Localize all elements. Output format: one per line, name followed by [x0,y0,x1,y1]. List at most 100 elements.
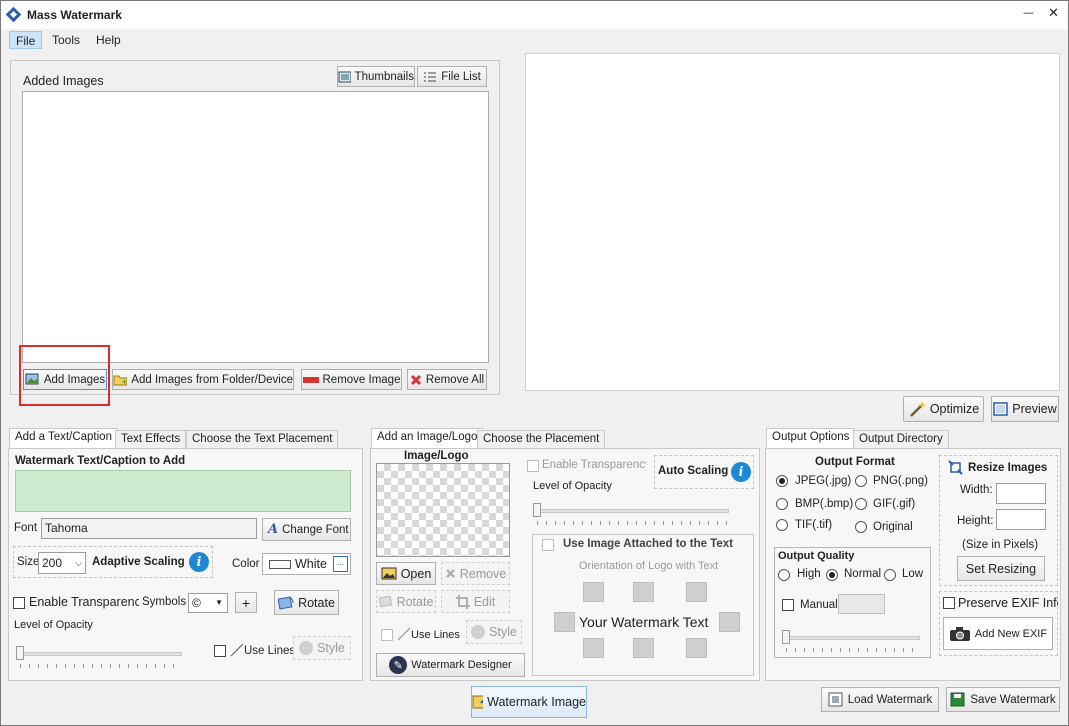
add-symbol-button[interactable]: + [235,592,257,613]
watermark-image-button[interactable]: Watermark Image [471,686,587,718]
save-watermark-button[interactable]: Save Watermark [946,687,1060,712]
text-style-button[interactable]: Style [293,636,351,660]
orientation-left[interactable] [554,612,575,632]
menu-file[interactable]: File [9,31,43,49]
orientation-top-right[interactable] [686,582,707,602]
remove-logo-button[interactable]: Remove [441,562,510,585]
tab-output-directory[interactable]: Output Directory [853,430,949,449]
add-folder-button[interactable]: + Add Images from Folder/Device [112,369,294,390]
highlight-box [19,345,110,406]
rotate-logo-icon [378,595,392,607]
text-use-lines-checkbox[interactable] [214,645,226,657]
format-gif-radio[interactable] [855,498,867,510]
resize-title: Resize Images [968,462,1048,474]
width-label: Width: [960,484,993,496]
format-original-radio[interactable] [855,521,867,533]
logo-transparency-checkbox[interactable] [527,460,539,472]
use-attached-checkbox[interactable] [542,539,554,551]
thumbnails-view-button[interactable]: Thumbnails [337,66,415,87]
added-images-title: Added Images [23,74,104,88]
remove-image-button[interactable]: Remove Image [301,369,402,390]
dropdown-arrow-icon: ▼ [215,598,223,607]
chevron-down-icon: ⌵ [75,558,82,568]
manual-quality-checkbox[interactable] [782,599,794,611]
add-exif-button[interactable]: Add New EXIF [943,617,1053,650]
folder-add-icon: + [113,375,128,386]
orientation-top-center[interactable] [633,582,654,602]
quality-normal-label: Normal [844,568,882,580]
change-font-button[interactable]: A Change Font [262,518,351,541]
logo-opacity-slider[interactable] [533,503,541,517]
tab-text-effects[interactable]: Text Effects [115,430,187,449]
symbols-select[interactable]: © ▼ [188,593,228,613]
width-input[interactable] [996,483,1046,504]
preserve-exif-checkbox[interactable] [943,597,955,609]
format-bmp-radio[interactable] [776,498,788,510]
tab-add-image[interactable]: Add an Image/Logo [371,428,484,449]
edit-logo-label: Edit [473,594,496,609]
enable-transparency-checkbox[interactable] [13,597,25,609]
edit-logo-button[interactable]: Edit [441,590,510,613]
style-icon [299,641,314,655]
format-png-label: PNG(.png) [873,475,928,487]
remove-logo-label: Remove [459,566,507,581]
format-tif-radio[interactable] [776,519,788,531]
rotate-logo-button[interactable]: Rotate [376,590,436,613]
preview-button[interactable]: Preview [991,396,1059,422]
font-field[interactable]: Tahoma [41,518,257,539]
set-resizing-button[interactable]: Set Resizing [957,556,1045,581]
manual-quality-input[interactable] [838,594,885,614]
optimize-label: Optimize [929,402,980,416]
format-gif-label: GIF(.gif) [873,498,916,510]
orientation-bottom-left[interactable] [583,638,604,658]
orientation-right[interactable] [719,612,740,632]
quality-low-radio[interactable] [884,569,896,581]
caption-label: Watermark Text/Caption to Add [15,455,186,467]
load-watermark-button[interactable]: Load Watermark [821,687,939,712]
camera-icon [949,626,970,641]
image-list-area[interactable] [22,91,489,363]
quality-slider[interactable] [782,630,790,644]
size-select[interactable]: 200 ⌵ [38,552,86,574]
orientation-bottom-center[interactable] [633,638,654,658]
minimize-button[interactable]: — [1023,6,1034,19]
list-icon [424,72,437,81]
watermark-designer-button[interactable]: ✎ Watermark Designer [376,653,525,677]
tab-text-placement[interactable]: Choose the Text Placement [186,430,339,449]
format-png-radio[interactable] [855,475,867,487]
format-jpeg-radio[interactable] [776,475,788,487]
text-opacity-label: Level of Opacity [14,619,93,631]
file-list-view-button[interactable]: File List [417,66,487,87]
logo-style-button[interactable]: Style [466,620,522,644]
tab-image-placement[interactable]: Choose the Placement [477,430,606,449]
load-watermark-label: Load Watermark [847,693,933,706]
adaptive-info-icon[interactable]: i [189,552,209,572]
auto-scaling-info-icon[interactable]: i [731,462,751,482]
menu-tools[interactable]: Tools [46,31,86,49]
text-opacity-ticks [20,664,180,668]
color-picker[interactable]: White ... [262,553,351,575]
save-watermark-label: Save Watermark [970,693,1056,706]
quality-high-radio[interactable] [778,569,790,581]
orientation-top-left[interactable] [583,582,604,602]
close-button[interactable]: ✕ [1048,6,1059,21]
height-input[interactable] [996,509,1046,530]
title-bar: Mass Watermark — ✕ [1,1,1067,29]
remove-all-button[interactable]: Remove All [407,369,487,390]
orientation-bottom-right[interactable] [686,638,707,658]
menu-help[interactable]: Help [90,31,127,49]
logo-use-lines-checkbox[interactable] [381,629,393,641]
open-logo-button[interactable]: Open [376,562,436,585]
app-logo-icon [5,6,22,23]
quality-normal-radio[interactable] [826,569,838,581]
color-more-button[interactable]: ... [333,556,348,572]
caption-input[interactable] [15,470,351,512]
tab-add-text[interactable]: Add a Text/Caption [9,428,118,449]
rotate-text-button[interactable]: Rotate [274,590,339,615]
tab-output-options[interactable]: Output Options [766,428,856,449]
save-icon [950,692,965,707]
text-opacity-slider[interactable] [16,646,24,660]
optimize-button[interactable]: Optimize [903,396,984,422]
logo-preview[interactable] [376,463,510,557]
rotate-text-label: Rotate [298,595,335,610]
